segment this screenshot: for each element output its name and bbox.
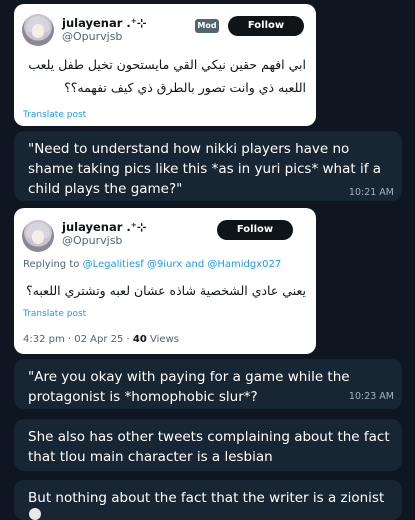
views-label: Views (150, 334, 179, 345)
mention-link[interactable]: @9iurx (147, 259, 182, 270)
replying-to-label: Replying to (23, 259, 80, 270)
translate-post-link[interactable]: Translate post (23, 309, 86, 319)
message-text: "Need to understand how nikki players ha… (28, 141, 382, 197)
follow-button[interactable]: Follow (228, 16, 304, 36)
emoji-icon (29, 508, 41, 520)
follow-button[interactable]: Follow (217, 220, 293, 240)
message-text: "Are you okay with paying for a game whi… (28, 369, 350, 405)
replying-to-line: Replying to @Legalitiesf @9iurx and @Ham… (23, 259, 281, 270)
tweet-meta: 4:32 pm · 02 Apr 25 · 40 Views (23, 334, 179, 345)
tweet-author-handle[interactable]: @Opurvjsb (62, 234, 122, 247)
chat-message[interactable]: But nothing about the fact that the writ… (14, 480, 402, 520)
avatar[interactable] (22, 14, 54, 46)
mod-badge: Mod (195, 19, 219, 33)
message-time: 10:21 AM (348, 187, 394, 198)
message-time: 10:23 AM (348, 391, 394, 402)
chat-message[interactable]: She also has other tweets complaining ab… (14, 419, 402, 471)
tweet-text: يعني عادي الشخصية شاذه عشان لعبه وتشتري … (26, 283, 306, 298)
embedded-tweet-2[interactable]: julayenar .⁺⊹ @Opurvjsb Follow Replying … (14, 208, 316, 354)
tweet-author-handle[interactable]: @Opurvjsb (62, 30, 122, 43)
message-text: But nothing about the fact that the writ… (28, 490, 385, 506)
embedded-tweet-1[interactable]: julayenar .⁺⊹ @Opurvjsb Mod Follow ابي ا… (14, 4, 316, 126)
and-label: and (185, 259, 205, 270)
view-count: 40 (132, 334, 147, 345)
mention-link[interactable]: @Legalitiesf (83, 259, 144, 270)
tweet-author-name[interactable]: julayenar .⁺⊹ (62, 220, 146, 234)
tweet-author-name[interactable]: julayenar .⁺⊹ (62, 16, 146, 30)
tweet-text-line-2: اللعبه ذي وانت تصور بالطرق ذي كيف تفهمه؟… (64, 80, 306, 95)
chat-message[interactable]: "Are you okay with paying for a game whi… (14, 359, 402, 409)
avatar[interactable] (22, 220, 54, 252)
tweet-text-line-1: ابي افهم حقين نيكي القي مايستحون تخيل طف… (28, 57, 306, 72)
message-text: She also has other tweets complaining ab… (28, 429, 390, 465)
tweet-timestamp[interactable]: 4:32 pm · 02 Apr 25 · (23, 334, 130, 345)
mention-link[interactable]: @Hamidgx027 (207, 259, 281, 270)
chat-message[interactable]: "Need to understand how nikki players ha… (14, 131, 402, 201)
translate-post-link[interactable]: Translate post (23, 110, 86, 120)
